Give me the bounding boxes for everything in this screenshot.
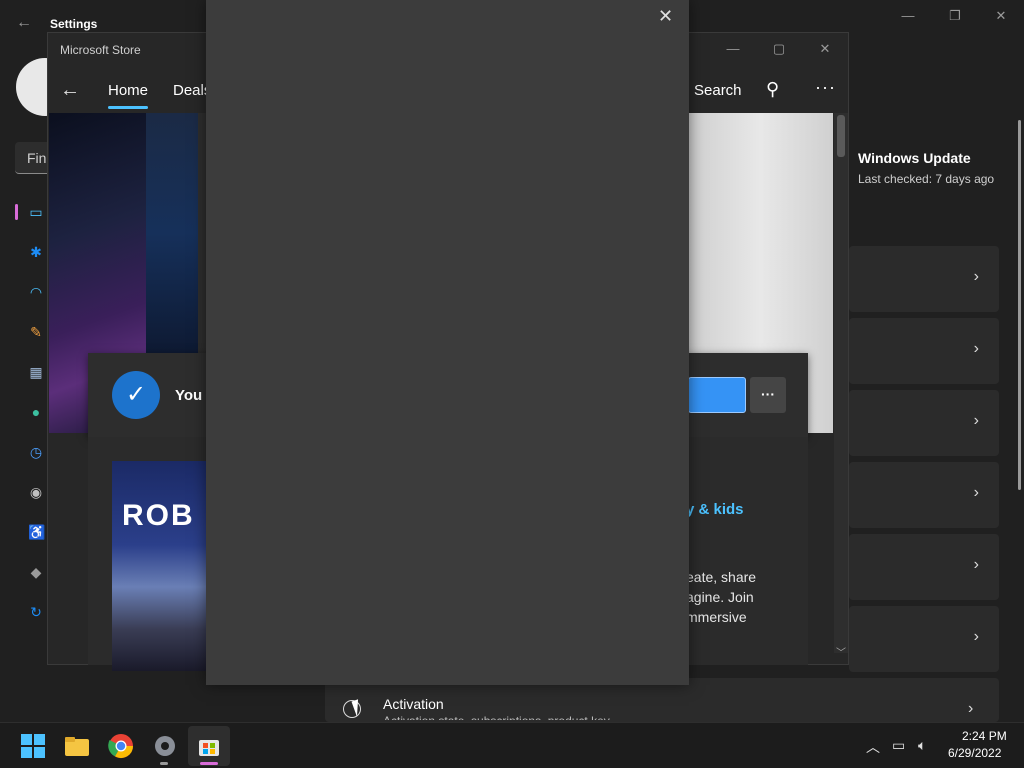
more-options-button[interactable]: ··· xyxy=(750,377,786,413)
store-icon[interactable] xyxy=(194,731,224,761)
game-cover-image[interactable]: ROB xyxy=(112,461,212,671)
close-icon[interactable]: ✕ xyxy=(810,41,840,61)
start-icon[interactable] xyxy=(18,731,48,761)
windows-update-subtitle: Last checked: 7 days ago xyxy=(858,172,995,186)
settings-card[interactable]: › xyxy=(849,462,999,528)
tab-selected-indicator xyxy=(108,106,148,109)
chevron-down-icon[interactable]: ﹀ xyxy=(836,644,846,659)
file-explorer-icon[interactable] xyxy=(62,731,92,761)
settings-card[interactable]: › xyxy=(849,318,999,384)
chevron-right-icon: › xyxy=(973,628,979,645)
gaming-icon[interactable]: ◉ xyxy=(28,484,44,500)
settings-card[interactable]: › xyxy=(849,606,999,672)
active-indicator xyxy=(200,762,218,765)
minimize-icon[interactable]: — xyxy=(718,41,748,61)
chevron-right-icon: › xyxy=(973,412,979,429)
system-icon[interactable]: ▭ xyxy=(28,204,44,220)
clock-date[interactable]: 6/29/2022 xyxy=(948,746,1001,760)
maximize-icon[interactable]: ▢ xyxy=(764,41,794,61)
settings-card[interactable]: › xyxy=(849,390,999,456)
chevron-right-icon: › xyxy=(973,268,979,285)
windows-update-title: Windows Update xyxy=(858,150,971,166)
scrollbar[interactable]: ﹀ xyxy=(834,113,848,659)
scrollbar-thumb[interactable] xyxy=(837,115,845,157)
accessibility-icon[interactable]: ♿ xyxy=(28,524,45,540)
add-user-icon[interactable]: ⚲ xyxy=(766,79,779,100)
tab-home[interactable]: Home xyxy=(108,82,148,99)
restore-icon[interactable]: ❐ xyxy=(940,8,970,28)
close-icon[interactable]: ✕ xyxy=(986,8,1016,28)
description-line: agine. Join xyxy=(686,589,754,605)
chevron-right-icon: › xyxy=(973,556,979,573)
apps-icon[interactable]: ▦ xyxy=(28,364,44,380)
settings-card[interactable]: › xyxy=(849,246,999,312)
activation-subtitle: Activation state, subscriptions, product… xyxy=(383,714,610,720)
settings-card[interactable]: › xyxy=(849,534,999,600)
nav-selection-indicator xyxy=(15,204,18,220)
back-arrow-icon[interactable]: ← xyxy=(60,79,80,102)
close-icon[interactable]: ✕ xyxy=(658,6,673,27)
accounts-icon[interactable]: ● xyxy=(28,404,44,420)
description-line: mmersive xyxy=(686,609,747,625)
chevron-right-icon: › xyxy=(973,340,979,357)
privacy-shield-icon[interactable]: ◆ xyxy=(28,564,44,580)
checkmark-icon: ✓ xyxy=(112,371,160,419)
game-logo: ROB xyxy=(122,499,195,532)
bluetooth-icon[interactable]: ✱ xyxy=(28,244,44,260)
minimize-icon[interactable]: — xyxy=(893,8,923,28)
product-description: eate, share agine. Join mmersive xyxy=(686,567,806,627)
store-title: Microsoft Store xyxy=(60,43,141,57)
chevron-up-icon[interactable]: ︿ xyxy=(866,737,880,757)
running-indicator xyxy=(160,762,168,765)
chevron-right-icon: › xyxy=(968,700,974,717)
taskbar: ︿ ▭ 🔈︎ 2:24 PM 6/29/2022 xyxy=(0,722,1024,768)
back-arrow-icon[interactable]: ← xyxy=(16,14,32,32)
hero-image-accent xyxy=(146,113,198,353)
personalization-icon[interactable]: ✎ xyxy=(28,324,44,340)
settings-title: Settings xyxy=(50,17,98,31)
volume-icon[interactable]: 🔈︎ xyxy=(918,737,926,754)
primary-action-button[interactable] xyxy=(688,377,746,413)
activation-label: Activation xyxy=(383,696,444,712)
settings-gear-icon[interactable] xyxy=(150,731,180,761)
more-options-icon[interactable]: ··· xyxy=(815,77,836,98)
time-language-icon[interactable]: ◷ xyxy=(28,444,44,460)
clock-time[interactable]: 2:24 PM xyxy=(962,729,1007,743)
description-line: eate, share xyxy=(686,569,757,585)
chevron-right-icon: › xyxy=(973,484,979,501)
scrollbar[interactable] xyxy=(1018,120,1021,490)
overlay-dialog: ✕ xyxy=(206,0,689,685)
wifi-icon[interactable]: ◠ xyxy=(28,284,44,300)
chrome-icon[interactable] xyxy=(106,731,136,761)
windows-update-icon[interactable]: ↻ xyxy=(28,604,44,620)
category-link[interactable]: y & kids xyxy=(686,501,744,518)
network-icon[interactable]: ▭ xyxy=(892,737,905,754)
search-button[interactable]: Search xyxy=(694,82,742,99)
